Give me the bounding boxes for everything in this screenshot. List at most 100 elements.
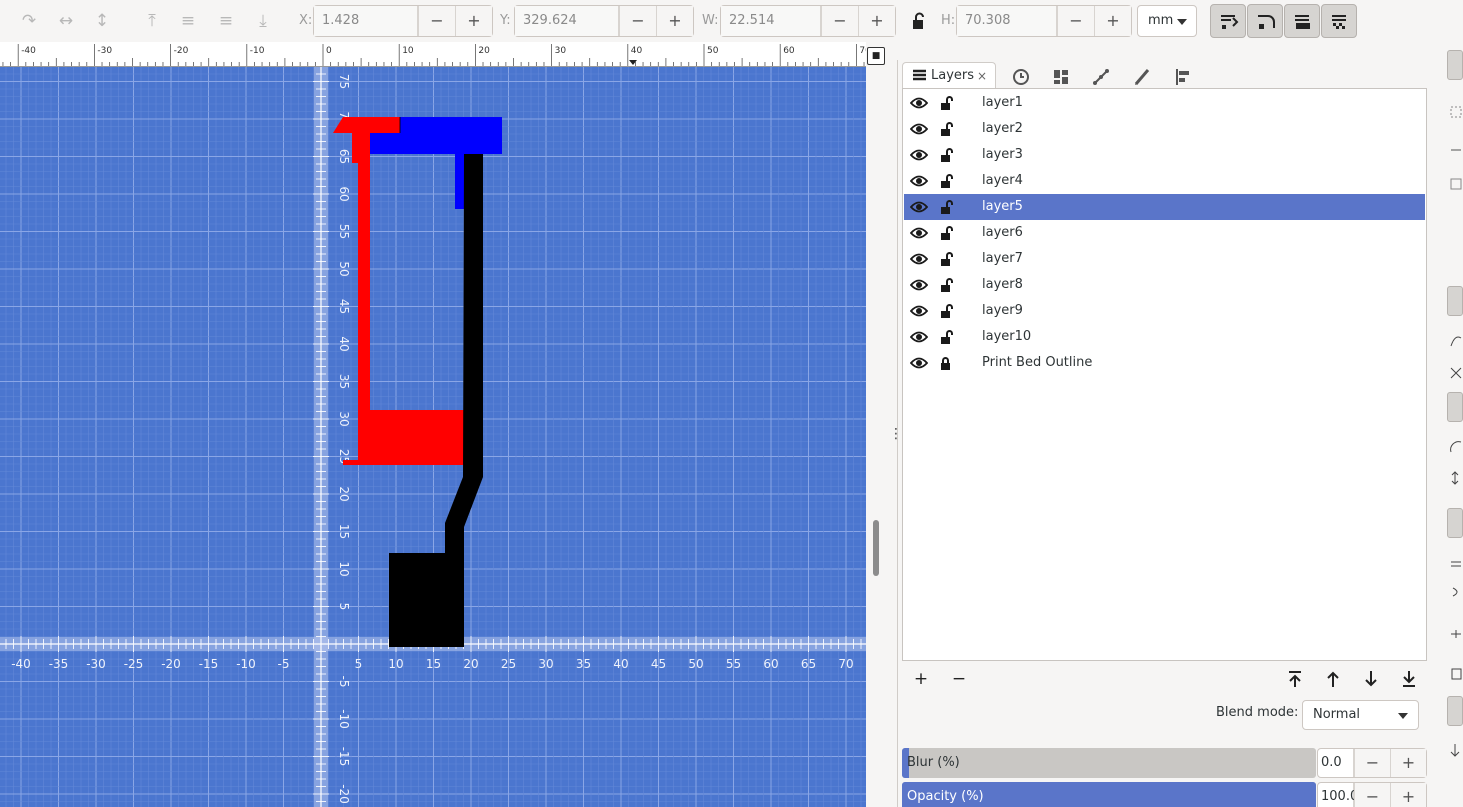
visibility-eye-icon[interactable] <box>910 226 928 240</box>
layer-name[interactable]: layer4 <box>982 168 1023 194</box>
raise-layer-to-top-icon[interactable] <box>1284 668 1306 690</box>
snap-page-icon[interactable] <box>1447 666 1463 682</box>
layer-name[interactable]: layer10 <box>982 324 1031 350</box>
h-increment-button[interactable]: + <box>1094 6 1131 36</box>
raise-layer-icon[interactable] <box>1322 668 1344 690</box>
layer-name[interactable]: layer8 <box>982 272 1023 298</box>
lock-open-icon[interactable] <box>938 95 954 111</box>
w-input[interactable]: 22.514 <box>721 6 821 36</box>
opacity-input[interactable]: 100.0 <box>1318 783 1358 807</box>
blur-spinbox[interactable]: 0.0 − + <box>1317 748 1427 778</box>
opacity-slider[interactable]: Opacity (%) <box>902 782 1316 807</box>
layer-name[interactable]: layer6 <box>982 220 1023 246</box>
canvas-drawing[interactable]: -40 -35 -30 -25 -20 -15 -10 -5 5 10 15 20 25 30 35 40 45… <box>0 67 866 807</box>
x-spinbox[interactable]: 1.428 − + <box>313 5 493 37</box>
visibility-eye-icon[interactable] <box>910 200 928 214</box>
move-gradients-button[interactable] <box>1284 4 1320 38</box>
x-increment-button[interactable]: + <box>455 6 492 36</box>
layer-name[interactable]: layer2 <box>982 116 1023 142</box>
lock-open-icon[interactable] <box>938 121 954 137</box>
lock-open-icon[interactable] <box>938 329 954 345</box>
lock-aspect-icon[interactable] <box>911 12 927 30</box>
visibility-eye-icon[interactable] <box>910 148 928 162</box>
layer-row[interactable]: layer3 <box>904 142 1425 168</box>
snap-guides-icon[interactable] <box>1447 626 1463 642</box>
layer-name[interactable]: layer5 <box>982 194 1023 220</box>
snap-centers-icon[interactable] <box>1447 556 1463 572</box>
snap-toggle-button[interactable] <box>1447 50 1463 80</box>
lock-open-icon[interactable] <box>938 147 954 163</box>
visibility-eye-icon[interactable] <box>910 122 928 136</box>
raise-icon[interactable]: ≡ <box>177 10 199 32</box>
layer-name[interactable]: Print Bed Outline <box>982 350 1092 376</box>
layer-row[interactable]: layer8 <box>904 272 1425 298</box>
flip-horizontal-icon[interactable]: ↔ <box>55 10 77 32</box>
blur-input[interactable]: 0.0 <box>1318 749 1354 777</box>
visibility-eye-icon[interactable] <box>910 96 928 110</box>
layer-row[interactable]: layer2 <box>904 116 1425 142</box>
flip-vertical-icon[interactable]: ↕ <box>91 10 113 32</box>
visibility-eye-icon[interactable] <box>910 252 928 266</box>
y-input[interactable]: 329.624 <box>515 6 619 36</box>
objects-icon[interactable] <box>1050 66 1072 88</box>
remove-layer-button[interactable]: − <box>948 668 970 690</box>
layer-name[interactable]: layer7 <box>982 246 1023 272</box>
h-input[interactable]: 70.308 <box>957 6 1057 36</box>
snap-intersections-icon[interactable] <box>1447 364 1463 380</box>
layer-row[interactable]: layer10 <box>904 324 1425 350</box>
snap-corners-icon[interactable] <box>1447 176 1463 192</box>
snap-nodes-button[interactable] <box>1447 286 1463 316</box>
h-decrement-button[interactable]: − <box>1057 6 1094 36</box>
snap-others-button[interactable] <box>1447 508 1463 538</box>
snap-midpoints-icon[interactable] <box>1447 470 1463 486</box>
lock-open-icon[interactable] <box>938 225 954 241</box>
xml-editor-icon[interactable] <box>1091 66 1113 88</box>
drawing-canvas[interactable]: -40 -35 -30 -25 -20 -15 -10 -5 5 10 15 20 25 30 35 40 45… <box>0 67 866 807</box>
lock-open-icon[interactable] <box>938 173 954 189</box>
unit-select[interactable]: mm <box>1137 5 1197 37</box>
move-patterns-button[interactable] <box>1321 4 1357 38</box>
y-increment-button[interactable]: + <box>656 6 693 36</box>
visibility-eye-icon[interactable] <box>910 330 928 344</box>
w-decrement-button[interactable]: − <box>821 6 858 36</box>
lock-open-icon[interactable] <box>938 303 954 319</box>
canvas-vertical-scrollbar[interactable] <box>873 520 879 576</box>
layer-row[interactable]: layer7 <box>904 246 1425 272</box>
w-increment-button[interactable]: + <box>858 6 895 36</box>
lock-closed-icon[interactable] <box>938 355 954 371</box>
snap-grid-icon[interactable] <box>1447 742 1463 758</box>
rotate-icon[interactable]: ↷ <box>18 10 40 32</box>
x-input[interactable]: 1.428 <box>314 6 418 36</box>
horizontal-ruler[interactable]: -40 -30 -20 -10 0 10 20 30 40 50 60 70 <box>0 42 866 67</box>
fill-stroke-icon[interactable] <box>1131 66 1153 88</box>
visibility-eye-icon[interactable] <box>910 356 928 370</box>
align-distribute-icon[interactable] <box>1172 66 1194 88</box>
layers-list[interactable]: layer1 layer2 layer3 layer4 layer5 layer6 laye… <box>902 88 1427 661</box>
blur-increment-button[interactable]: + <box>1390 749 1426 777</box>
w-spinbox[interactable]: 22.514 − + <box>720 5 896 37</box>
layer-name[interactable]: layer9 <box>982 298 1023 324</box>
layer-name[interactable]: layer3 <box>982 142 1023 168</box>
y-spinbox[interactable]: 329.624 − + <box>514 5 694 37</box>
layer-row[interactable]: layer9 <box>904 298 1425 324</box>
opacity-increment-button[interactable]: + <box>1390 783 1426 807</box>
visibility-eye-icon[interactable] <box>910 278 928 292</box>
layer-row[interactable]: layer6 <box>904 220 1425 246</box>
lock-open-icon[interactable] <box>938 277 954 293</box>
layer-row[interactable]: layer4 <box>904 168 1425 194</box>
lower-layer-icon[interactable] <box>1360 668 1382 690</box>
blur-decrement-button[interactable]: − <box>1354 749 1390 777</box>
snap-edges-icon[interactable] <box>1447 142 1463 158</box>
blur-slider[interactable]: Blur (%) <box>902 748 1316 778</box>
y-decrement-button[interactable]: − <box>619 6 656 36</box>
close-icon[interactable]: × <box>977 63 987 89</box>
add-layer-button[interactable]: + <box>910 668 932 690</box>
snap-rotation-icon[interactable] <box>1447 584 1463 600</box>
black-arm-shape[interactable] <box>389 154 483 647</box>
x-decrement-button[interactable]: − <box>418 6 455 36</box>
opacity-spinbox[interactable]: 100.0 − + <box>1317 782 1427 807</box>
lock-open-icon[interactable] <box>938 199 954 215</box>
snap-bbox-icon[interactable] <box>1447 104 1463 120</box>
layer-row[interactable]: Print Bed Outline <box>904 350 1425 376</box>
lower-layer-to-bottom-icon[interactable] <box>1398 668 1420 690</box>
